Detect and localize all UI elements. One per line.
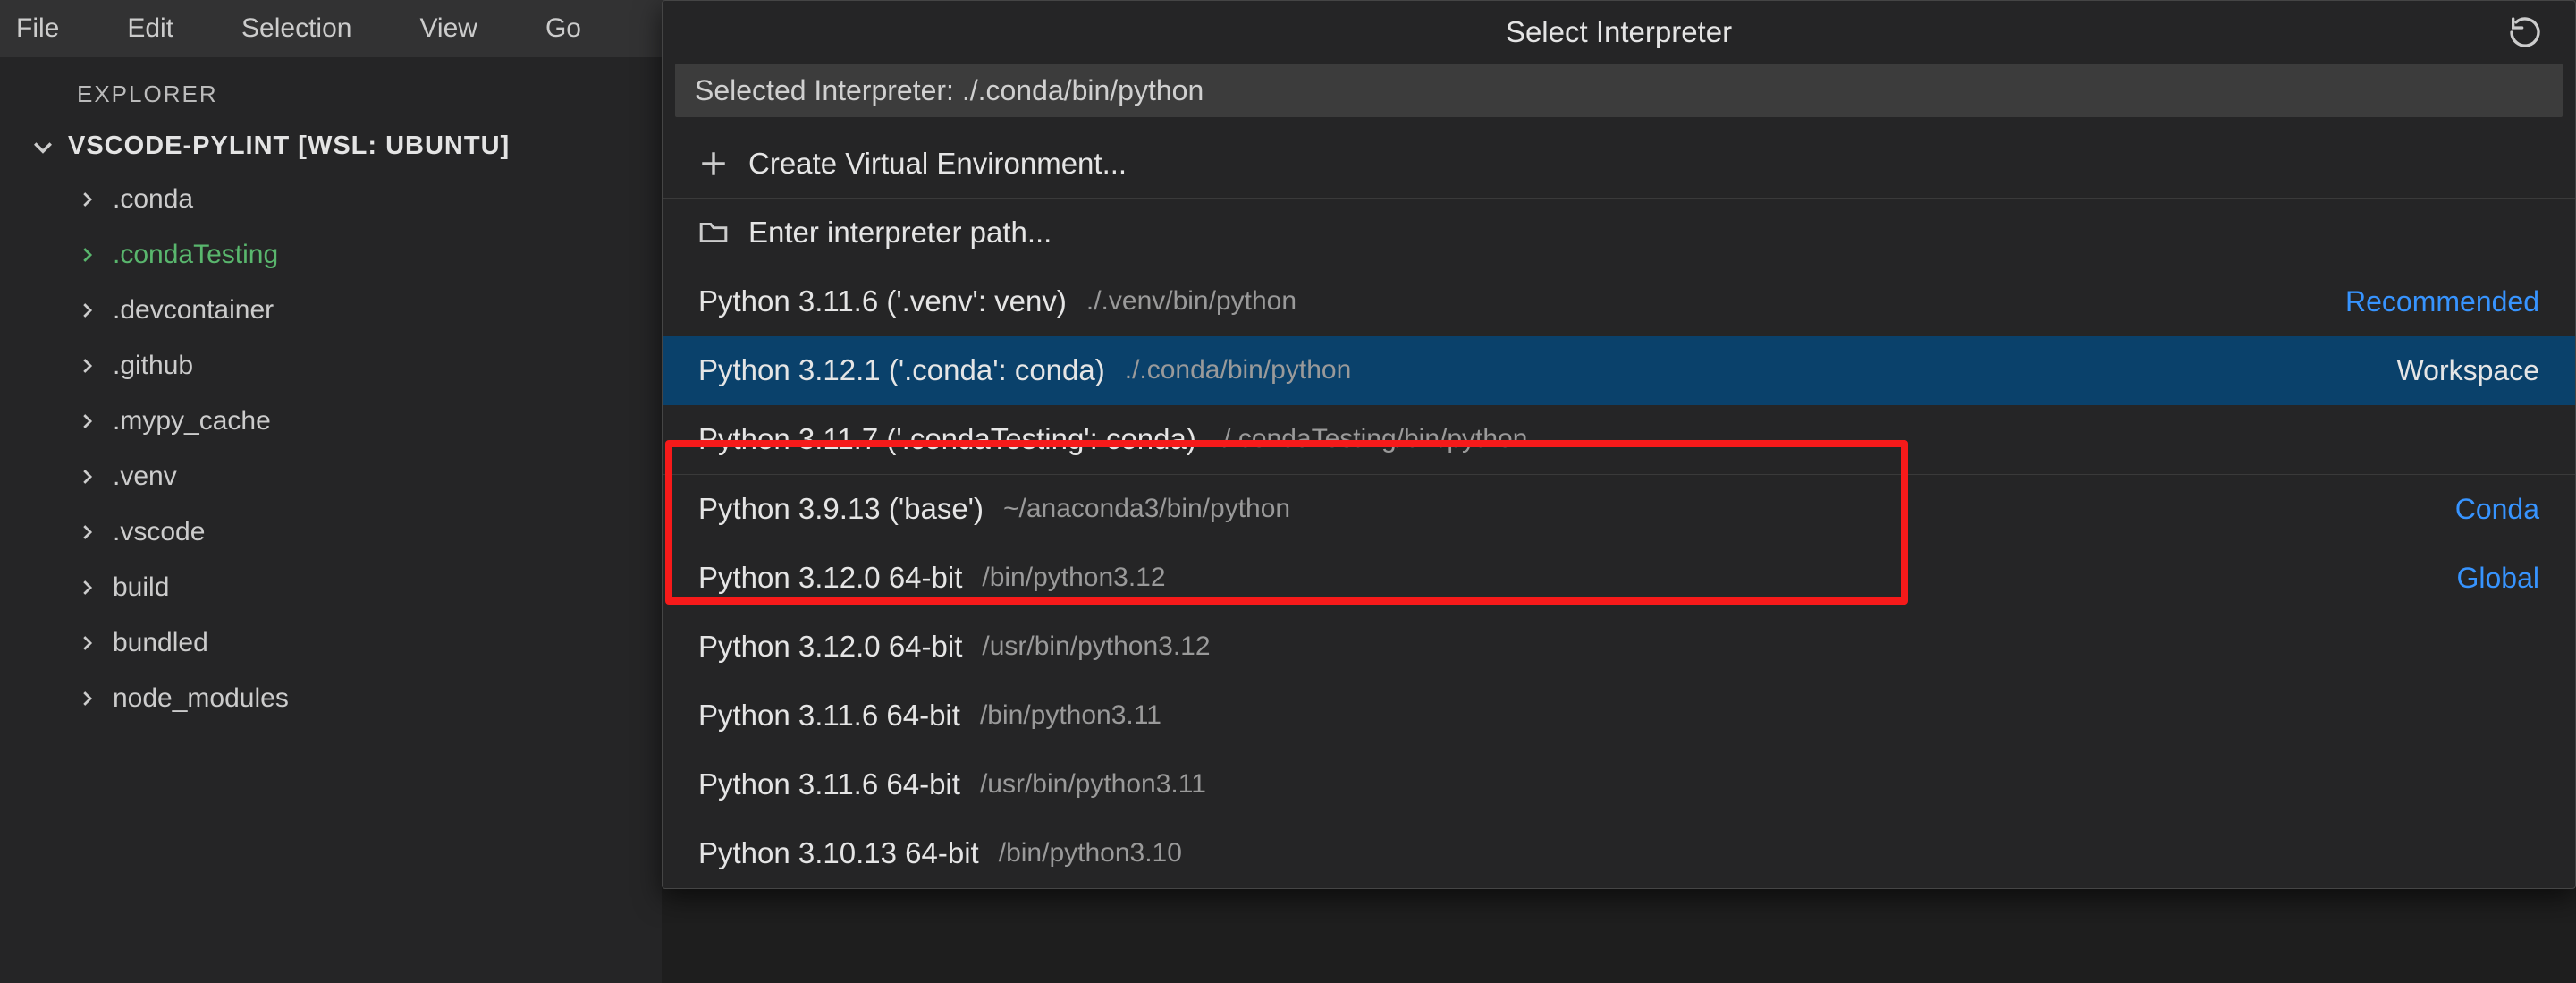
chevron-right-icon xyxy=(77,190,97,209)
interpreter-label: Python 3.9.13 ('base') xyxy=(698,492,984,526)
interpreter-option[interactable]: Python 3.12.0 64-bit/bin/python3.12 Globa… xyxy=(663,544,2575,613)
tree-item[interactable]: node_modules xyxy=(77,671,662,726)
tree-item-label: .condaTesting xyxy=(113,240,278,270)
tree-item[interactable]: build xyxy=(77,560,662,615)
interpreter-option[interactable]: Python 3.11.7 ('.condaTesting': conda) ./… xyxy=(663,405,2575,474)
chevron-right-icon xyxy=(77,522,97,542)
tree-item[interactable]: .vscode xyxy=(77,504,662,560)
workspace-folder-header[interactable]: VSCODE-PYLINT [WSL: UBUNTU] xyxy=(0,124,662,172)
palette-header: Select Interpreter xyxy=(663,1,2575,64)
interpreter-label: Python 3.12.0 64-bit xyxy=(698,561,962,595)
palette-action-list: Create Virtual Environment... Enter inter… xyxy=(663,130,2575,267)
plus-icon xyxy=(698,148,729,179)
chevron-right-icon xyxy=(77,689,97,708)
chevron-right-icon xyxy=(77,356,97,376)
workspace-folder-label: VSCODE-PYLINT [WSL: UBUNTU] xyxy=(68,131,510,161)
explorer-sidebar: EXPLORER VSCODE-PYLINT [WSL: UBUNTU] .co… xyxy=(0,57,662,983)
enter-path-action[interactable]: Enter interpreter path... xyxy=(663,199,2575,267)
refresh-icon[interactable] xyxy=(2507,14,2543,50)
menu-edit[interactable]: Edit xyxy=(111,8,190,49)
tree-item[interactable]: .devcontainer xyxy=(77,283,662,338)
explorer-tree: .conda .condaTesting .devcontainer .github.… xyxy=(0,172,662,726)
chevron-right-icon xyxy=(77,467,97,487)
interpreter-badge: Global xyxy=(2457,562,2540,595)
interpreter-path: ./.conda/bin/python xyxy=(1125,355,1352,386)
interpreter-path: /bin/python3.11 xyxy=(980,700,1161,731)
interpreter-path: ./.venv/bin/python xyxy=(1086,286,1296,317)
interpreter-label: Python 3.11.6 64-bit xyxy=(698,767,960,801)
tree-item-label: .github xyxy=(113,351,193,381)
interpreter-badge: Recommended xyxy=(2345,285,2539,318)
menu-selection[interactable]: Selection xyxy=(225,8,367,49)
interpreter-path: /bin/python3.12 xyxy=(982,563,1165,593)
tree-item-label: bundled xyxy=(113,628,208,658)
action-label: Create Virtual Environment... xyxy=(748,147,1127,181)
chevron-right-icon xyxy=(77,301,97,320)
interpreter-label: Python 3.11.6 64-bit xyxy=(698,699,960,733)
tree-item[interactable]: .github xyxy=(77,338,662,394)
interpreter-path: /bin/python3.10 xyxy=(999,838,1182,869)
interpreter-badge: Conda xyxy=(2455,493,2539,526)
chevron-down-icon xyxy=(30,134,55,159)
interpreter-option[interactable]: Python 3.9.13 ('base') ~/anaconda3/bin/py… xyxy=(663,475,2575,544)
interpreter-label: Python 3.11.6 ('.venv': venv) xyxy=(698,284,1067,318)
interpreter-palette: Select Interpreter Create Virtual Enviro… xyxy=(662,0,2576,889)
interpreter-option[interactable]: Python 3.11.6 ('.venv': venv) ./.venv/bin… xyxy=(663,267,2575,336)
chevron-right-icon xyxy=(77,245,97,265)
folder-icon xyxy=(698,217,729,248)
interpreter-option[interactable]: Python 3.11.6 64-bit/usr/bin/python3.11 xyxy=(663,750,2575,819)
interpreter-path: /usr/bin/python3.11 xyxy=(980,769,1206,800)
create-venv-action[interactable]: Create Virtual Environment... xyxy=(663,130,2575,199)
tree-item[interactable]: .mypy_cache xyxy=(77,394,662,449)
tree-item-label: node_modules xyxy=(113,683,289,714)
tree-item-label: .mypy_cache xyxy=(113,406,271,436)
menu-view[interactable]: View xyxy=(403,8,493,49)
menu-file[interactable]: File xyxy=(0,8,75,49)
menu-go[interactable]: Go xyxy=(529,8,597,49)
interpreter-badge: Workspace xyxy=(2397,354,2539,387)
chevron-right-icon xyxy=(77,411,97,431)
tree-item-label: .venv xyxy=(113,462,177,492)
tree-item[interactable]: .condaTesting xyxy=(77,227,662,283)
interpreter-path: ~/anaconda3/bin/python xyxy=(1003,494,1290,524)
interpreter-label: Python 3.10.13 64-bit xyxy=(698,836,979,870)
action-label: Enter interpreter path... xyxy=(748,216,1052,250)
interpreter-path: ./.condaTesting/bin/python xyxy=(1216,424,1528,454)
tree-item-label: .devcontainer xyxy=(113,295,274,326)
chevron-right-icon xyxy=(77,578,97,597)
interpreter-option[interactable]: Python 3.12.0 64-bit/usr/bin/python3.12 xyxy=(663,613,2575,682)
tree-item[interactable]: .venv xyxy=(77,449,662,504)
tree-item[interactable]: bundled xyxy=(77,615,662,671)
explorer-title: EXPLORER xyxy=(0,57,662,124)
tree-item[interactable]: .conda xyxy=(77,172,662,227)
interpreter-label: Python 3.12.1 ('.conda': conda) xyxy=(698,353,1105,387)
interpreter-search-input[interactable] xyxy=(675,64,2563,117)
tree-item-label: .conda xyxy=(113,184,193,215)
interpreter-option[interactable]: Python 3.12.1 ('.conda': conda) ./.conda/… xyxy=(663,336,2575,405)
tree-item-label: .vscode xyxy=(113,517,205,547)
interpreter-label: Python 3.12.0 64-bit xyxy=(698,630,962,664)
interpreter-option[interactable]: Python 3.10.13 64-bit/bin/python3.10 xyxy=(663,819,2575,888)
interpreter-list: Python 3.11.6 ('.venv': venv) ./.venv/bin… xyxy=(663,267,2575,888)
editor-mask xyxy=(662,923,2576,983)
palette-title: Select Interpreter xyxy=(697,15,2541,49)
interpreter-label: Python 3.11.7 ('.condaTesting': conda) xyxy=(698,422,1196,456)
tree-item-label: build xyxy=(113,572,169,603)
interpreter-option[interactable]: Python 3.11.6 64-bit/bin/python3.11 xyxy=(663,682,2575,750)
chevron-right-icon xyxy=(77,633,97,653)
interpreter-path: /usr/bin/python3.12 xyxy=(982,631,1210,662)
